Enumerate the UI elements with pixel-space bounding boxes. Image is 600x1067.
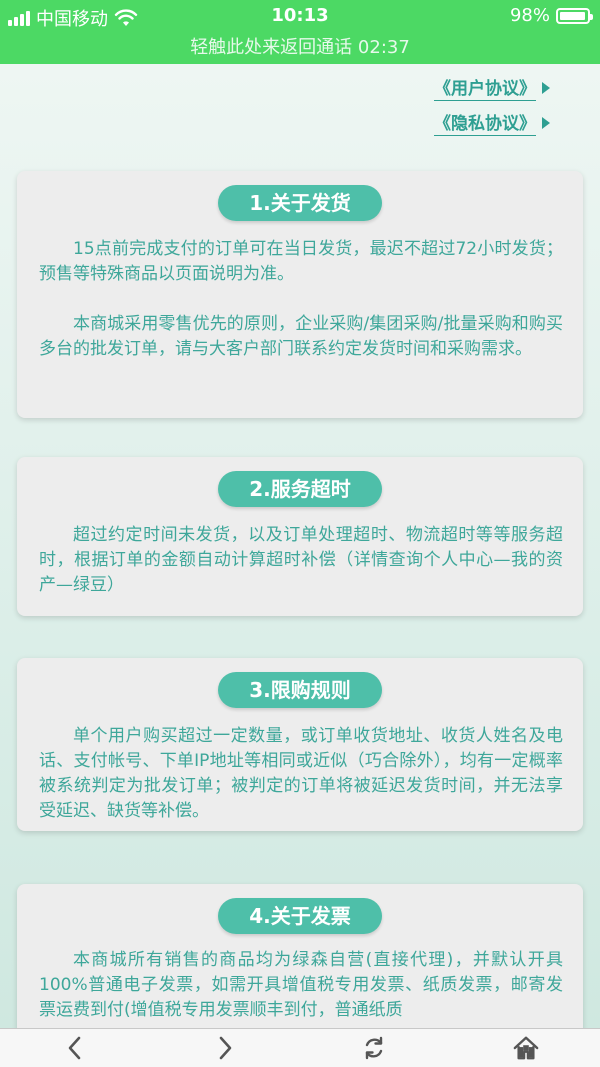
section-card-purchase-limit: 3.限购规则 单个用户购买超过一定数量，或订单收货地址、收货人姓名及电话、支付帐… xyxy=(17,658,583,831)
home-icon xyxy=(513,1036,539,1060)
section-title: 4.关于发票 xyxy=(218,898,382,934)
return-to-call-banner[interactable]: 轻触此处来返回通话 02:37 xyxy=(0,34,600,62)
privacy-policy-link[interactable]: 《隐私协议》 xyxy=(434,109,550,136)
section-body: 超过约定时间未发货，以及订单处理超时、物流超时等等服务超时，根据订单的金额自动计… xyxy=(39,523,563,598)
refresh-icon xyxy=(365,1036,383,1060)
section-body: 单个用户购买超过一定数量，或订单收货地址、收货人姓名及电话、支付帐号、下单IP地… xyxy=(39,724,563,824)
section-paragraph: 15点前完成支付的订单可在当日发货，最迟不超过72小时发货；预售等特殊商品以页面… xyxy=(39,239,563,284)
forward-button[interactable] xyxy=(205,1031,245,1065)
agreement-links: 《用户协议》 《隐私协议》 xyxy=(434,74,550,144)
forward-icon xyxy=(219,1036,232,1060)
triangle-right-icon xyxy=(542,81,550,94)
back-icon xyxy=(68,1036,81,1060)
triangle-right-icon xyxy=(542,116,550,129)
battery-percent: 98% xyxy=(509,5,550,26)
section-card-shipping: 1.关于发货 15点前完成支付的订单可在当日发货，最迟不超过72小时发货；预售等… xyxy=(17,171,583,418)
section-card-service-timeout: 2.服务超时 超过约定时间未发货，以及订单处理超时、物流超时等等服务超时，根据订… xyxy=(17,457,583,616)
section-paragraph: 本商城采用零售优先的原则，企业采购/集团采购/批量采购和购买多台的批发订单，请与… xyxy=(39,314,563,359)
browser-toolbar xyxy=(0,1028,600,1067)
section-title: 3.限购规则 xyxy=(218,672,382,708)
status-bar: 中国移动 10:13 98% 轻触此处来返回通话 02:37 xyxy=(0,0,600,64)
section-body: 15点前完成支付的订单可在当日发货，最迟不超过72小时发货；预售等特殊商品以页面… xyxy=(39,237,563,362)
section-body: 本商城所有销售的商品均为绿森自营(直接代理)，并默认开具100%普通电子发票，如… xyxy=(39,948,563,1023)
page-content: 《用户协议》 《隐私协议》 1.关于发货 15点前完成支付的订单可在当日发货，最… xyxy=(0,64,600,1044)
status-top-row: 中国移动 10:13 98% xyxy=(0,0,600,34)
refresh-button[interactable] xyxy=(354,1031,394,1065)
section-paragraph: 单个用户购买超过一定数量，或订单收货地址、收货人姓名及电话、支付帐号、下单IP地… xyxy=(39,726,563,821)
section-title: 2.服务超时 xyxy=(218,471,382,507)
privacy-policy-label: 《隐私协议》 xyxy=(434,109,536,136)
home-button[interactable] xyxy=(506,1031,546,1065)
section-card-invoice: 4.关于发票 本商城所有销售的商品均为绿森自营(直接代理)，并默认开具100%普… xyxy=(17,884,583,1044)
battery-icon xyxy=(556,7,593,24)
user-agreement-link[interactable]: 《用户协议》 xyxy=(434,74,550,101)
section-paragraph: 超过约定时间未发货，以及订单处理超时、物流超时等等服务超时，根据订单的金额自动计… xyxy=(39,525,563,595)
back-button[interactable] xyxy=(55,1031,95,1065)
battery-group: 98% xyxy=(509,5,593,26)
section-paragraph: 本商城所有销售的商品均为绿森自营(直接代理)，并默认开具100%普通电子发票，如… xyxy=(39,950,563,1020)
user-agreement-label: 《用户协议》 xyxy=(434,74,536,101)
section-title: 1.关于发货 xyxy=(218,185,382,221)
